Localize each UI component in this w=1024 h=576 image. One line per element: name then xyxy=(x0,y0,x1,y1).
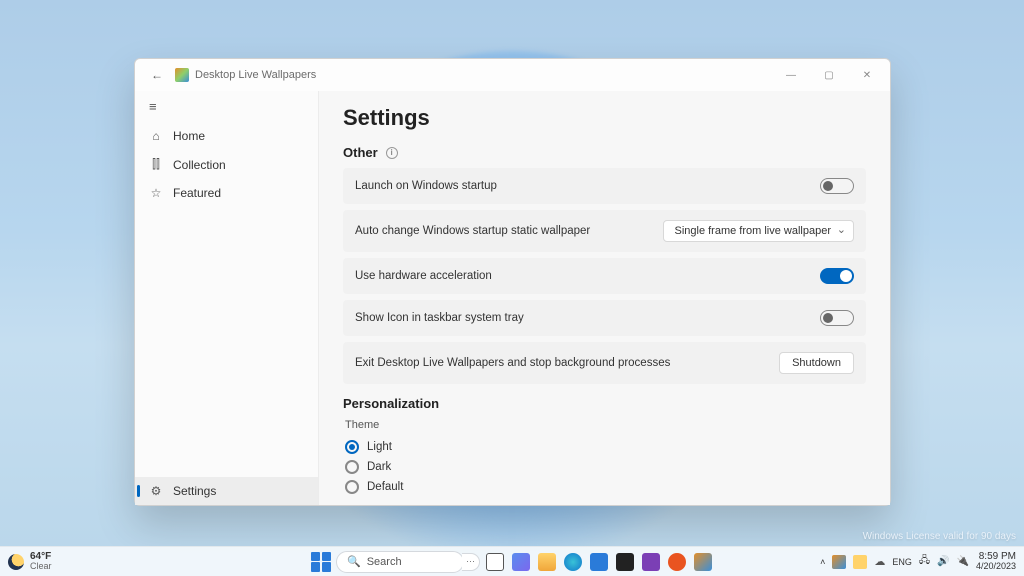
store-icon[interactable] xyxy=(588,551,610,573)
network-icon[interactable]: 🖧 xyxy=(919,553,930,570)
radio-icon xyxy=(345,460,359,474)
ubuntu-icon[interactable] xyxy=(666,551,688,573)
tray-overflow-icon[interactable]: ˄ xyxy=(820,557,825,567)
visual-studio-icon[interactable] xyxy=(640,551,662,573)
search-icon: 🔍 xyxy=(347,555,361,568)
theme-label: Theme xyxy=(345,419,866,431)
window-title: Desktop Live Wallpapers xyxy=(195,69,316,81)
radio-icon xyxy=(345,440,359,454)
app-pinned-icon[interactable] xyxy=(692,551,714,573)
dropdown-auto-change[interactable]: Single frame from live wallpaper xyxy=(663,220,854,242)
task-view-button[interactable] xyxy=(484,551,506,573)
hamburger-button[interactable]: ≡ xyxy=(135,91,318,122)
page-title: Settings xyxy=(343,105,866,131)
row-exit-app: Exit Desktop Live Wallpapers and stop ba… xyxy=(343,342,866,384)
sidebar-item-label: Featured xyxy=(173,186,221,200)
search-extension[interactable]: ⋯ xyxy=(462,553,480,571)
tray-security-icon[interactable] xyxy=(853,555,867,569)
sidebar: ≡ ⌂ Home ⫿⫿ Collection ☆ Featured ⚙ Sett… xyxy=(135,91,319,505)
language-indicator[interactable]: ENG xyxy=(892,557,912,567)
tray-app-icon[interactable] xyxy=(832,555,846,569)
toggle-hw-accel[interactable] xyxy=(820,268,854,284)
star-icon: ☆ xyxy=(149,186,163,200)
radio-theme-default[interactable]: Default xyxy=(343,477,866,497)
row-launch-startup: Launch on Windows startup xyxy=(343,168,866,204)
start-button[interactable] xyxy=(310,551,332,573)
sidebar-item-label: Home xyxy=(173,129,205,143)
collection-icon: ⫿⫿ xyxy=(149,157,163,172)
edge-icon[interactable] xyxy=(562,551,584,573)
info-icon[interactable]: i xyxy=(386,147,398,159)
row-tray-icon: Show Icon in taskbar system tray xyxy=(343,300,866,336)
license-watermark: Windows License valid for 90 days xyxy=(863,531,1016,542)
toggle-tray-icon[interactable] xyxy=(820,310,854,326)
terminal-icon[interactable] xyxy=(614,551,636,573)
gear-icon: ⚙ xyxy=(149,484,163,498)
weather-icon xyxy=(8,554,24,570)
desktop: ← Desktop Live Wallpapers — ▢ ✕ ≡ ⌂ Home… xyxy=(0,0,1024,576)
taskbar[interactable]: 64°F Clear 🔍 Search ⋯ ˄ xyxy=(0,546,1024,576)
app-icon xyxy=(175,68,189,82)
taskbar-center: 🔍 Search ⋯ xyxy=(310,551,714,573)
taskbar-weather[interactable]: 64°F Clear xyxy=(0,552,52,571)
row-hw-accel: Use hardware acceleration xyxy=(343,258,866,294)
system-tray: ˄ ☁ ENG 🖧 🔊 🔌 8:59 PM 4/20/2023 xyxy=(820,552,1024,572)
onedrive-icon[interactable]: ☁ xyxy=(874,555,885,568)
power-icon[interactable]: 🔌 xyxy=(957,556,969,567)
content-area: Settings Other i Launch on Windows start… xyxy=(319,91,890,505)
volume-icon[interactable]: 🔊 xyxy=(937,556,949,567)
back-button[interactable]: ← xyxy=(143,68,171,82)
file-explorer-icon[interactable] xyxy=(536,551,558,573)
minimize-button[interactable]: — xyxy=(772,59,810,91)
section-personalization-label: Personalization xyxy=(343,396,866,411)
taskbar-clock[interactable]: 8:59 PM 4/20/2023 xyxy=(976,552,1016,572)
row-auto-change: Auto change Windows startup static wallp… xyxy=(343,210,866,252)
toggle-launch-startup[interactable] xyxy=(820,178,854,194)
radio-icon xyxy=(345,480,359,494)
window-controls: — ▢ ✕ xyxy=(772,59,886,91)
radio-theme-light[interactable]: Light xyxy=(343,437,866,457)
taskbar-search[interactable]: 🔍 Search xyxy=(336,551,464,573)
titlebar[interactable]: ← Desktop Live Wallpapers — ▢ ✕ xyxy=(135,59,890,91)
shutdown-button[interactable]: Shutdown xyxy=(779,352,854,374)
sidebar-item-collection[interactable]: ⫿⫿ Collection xyxy=(135,150,318,179)
sidebar-item-settings[interactable]: ⚙ Settings xyxy=(135,477,318,505)
close-button[interactable]: ✕ xyxy=(848,59,886,91)
radio-theme-dark[interactable]: Dark xyxy=(343,457,866,477)
sidebar-item-featured[interactable]: ☆ Featured xyxy=(135,179,318,207)
sidebar-item-home[interactable]: ⌂ Home xyxy=(135,122,318,150)
maximize-button[interactable]: ▢ xyxy=(810,59,848,91)
home-icon: ⌂ xyxy=(149,129,163,143)
section-other-label: Other i xyxy=(343,145,866,160)
app-window: ← Desktop Live Wallpapers — ▢ ✕ ≡ ⌂ Home… xyxy=(134,58,891,506)
sidebar-item-label: Collection xyxy=(173,158,226,172)
chat-icon[interactable] xyxy=(510,551,532,573)
sidebar-item-label: Settings xyxy=(173,484,216,498)
